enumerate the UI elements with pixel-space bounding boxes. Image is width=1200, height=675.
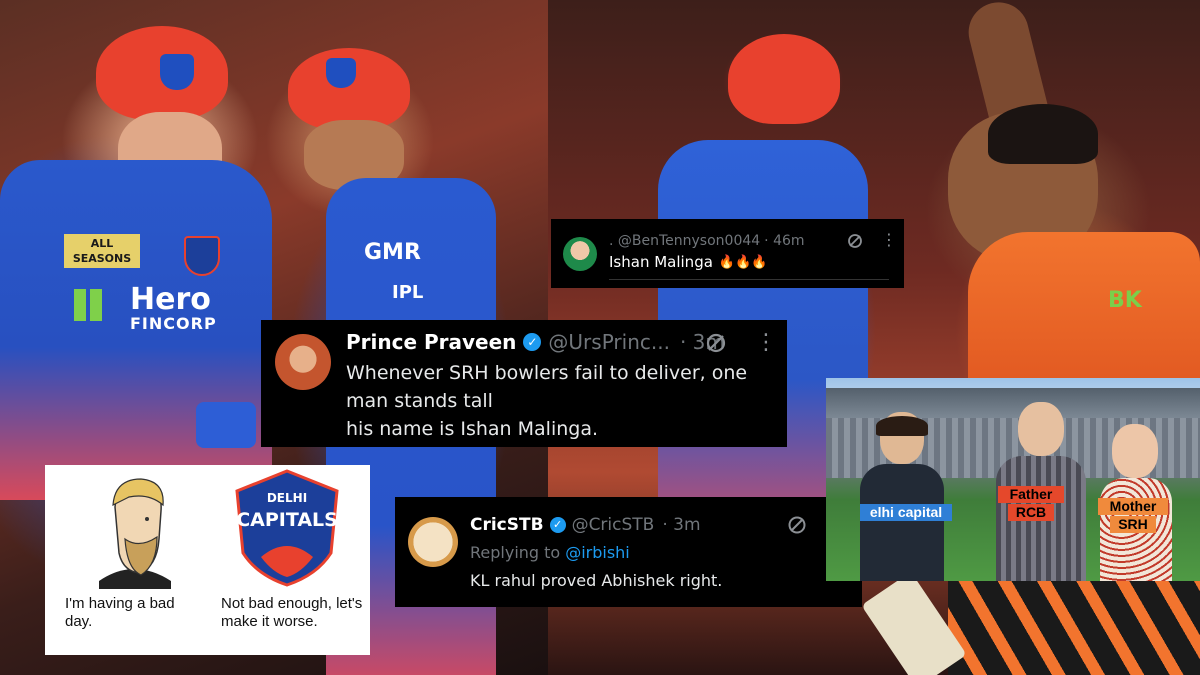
tweet-handle[interactable]: @CricSTB [572, 515, 655, 535]
tweet-handle[interactable]: @UrsPrinc... [548, 330, 670, 354]
tweet-text: proved Abhishek right. [540, 571, 723, 590]
tweet-time[interactable]: · 46m [764, 233, 804, 249]
meme-caption-left: I'm having a bad day. [65, 595, 175, 630]
tweet-text-mention: KL rahul [470, 571, 536, 590]
label-mother: Mother [1098, 498, 1168, 515]
sponsor-hero: Hero [130, 282, 211, 317]
more-options-icon[interactable]: ⋮ [881, 230, 897, 249]
verified-badge-icon: ✓ [549, 517, 566, 533]
reply-label: Replying to [470, 543, 561, 562]
wristband [196, 402, 256, 448]
hero-logo-icon [72, 285, 118, 325]
tweet-text-line-1: Whenever SRH bowlers fail to deliver, on… [346, 362, 748, 384]
tweet-card-bentennyson[interactable]: . @BenTennyson0044 · 46m Ishan Malinga 🔥… [551, 219, 904, 288]
tweet-text-highlight: Ishan Malinga. [460, 418, 599, 440]
more-options-icon[interactable]: ⋮ [755, 330, 777, 355]
tweet-author-name[interactable]: Prince Praveen [346, 330, 516, 354]
tweet-text: Ishan Malinga [609, 253, 713, 271]
bowler-hair [988, 104, 1098, 164]
bowler-jersey [968, 232, 1200, 382]
label-srh: SRH [1110, 516, 1156, 533]
tweet-handle[interactable]: . @BenTennyson0044 [609, 233, 760, 249]
helmet-badge-1 [160, 54, 194, 90]
avatar[interactable] [275, 334, 331, 390]
label-delhi-capital: elhi capital [860, 504, 952, 521]
tweet-card-prince-praveen[interactable]: Prince Praveen ✓ @UrsPrinc... · 3m ⋮ Whe… [261, 320, 787, 447]
avatar[interactable] [408, 517, 458, 567]
sponsor-gmr: GMR [364, 240, 421, 265]
person-left [860, 412, 944, 581]
meme-caption-right: Not bad enough, let's make it worse. [221, 595, 363, 630]
grok-icon[interactable] [847, 233, 863, 253]
label-rcb: RCB [1008, 504, 1054, 521]
verified-badge-icon: ✓ [523, 333, 542, 351]
sponsor-all-seasons: ALL SEASONS [64, 234, 140, 268]
reply-handle-link[interactable]: @irbishi [565, 543, 630, 562]
sponsor-fincorp: FINCORP [130, 314, 217, 333]
avatar[interactable] [563, 237, 597, 271]
meme-panel-distracted: elhi capital Father RCB Mother SRH [826, 378, 1200, 581]
dc-logo-top-text: DELHI [266, 491, 308, 505]
tweet-author-name[interactable]: CricSTB [470, 515, 544, 535]
helmet-badge-2 [326, 58, 356, 88]
chad-figure-icon [89, 477, 179, 589]
tweet-text-line-2: man stands tall [346, 390, 493, 412]
tweet-text-line-3: his name is [346, 418, 455, 440]
team-crest-icon [184, 236, 220, 276]
label-father: Father [998, 486, 1064, 503]
grok-icon[interactable] [705, 332, 727, 358]
batter-helmet [728, 34, 840, 124]
grok-icon[interactable] [787, 515, 807, 539]
dc-logo-main-text: CAPITALS [236, 509, 338, 531]
tweet-card-cricstb[interactable]: CricSTB ✓ @CricSTB · 3m ⋮ Replying to @i… [395, 497, 862, 607]
meme-panel-chad: I'm having a bad day. DELHI CAPITALS Not… [45, 465, 370, 655]
sponsor-bk: BK [1108, 288, 1142, 313]
tweet-time[interactable]: · 3m [662, 515, 700, 535]
bowler-trousers [948, 580, 1200, 675]
ipl-logo: IPL [392, 282, 424, 303]
tweet-action-bar [609, 279, 889, 285]
fire-emoji: 🔥🔥🔥 [718, 254, 768, 270]
